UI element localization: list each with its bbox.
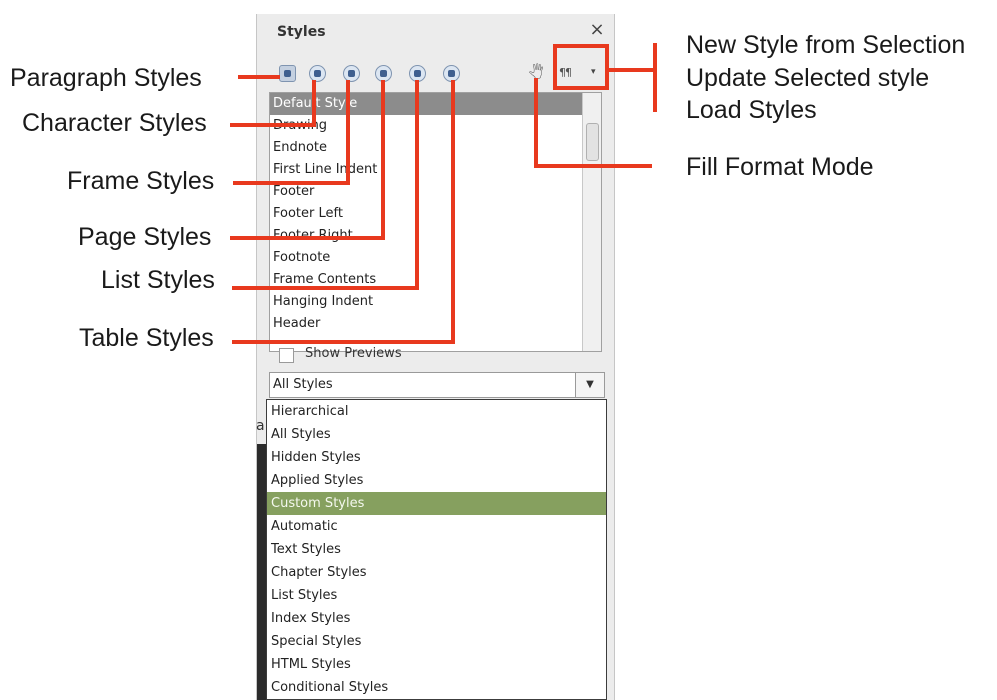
style-item[interactable]: First Line Indent	[270, 159, 601, 181]
dropdown-option[interactable]: Conditional Styles	[267, 676, 606, 699]
style-item[interactable]: Default Style	[270, 93, 601, 115]
dropdown-option[interactable]: Index Styles	[267, 607, 606, 630]
dropdown-option[interactable]: Hierarchical	[267, 400, 606, 423]
dropdown-option[interactable]: All Styles	[267, 423, 606, 446]
dropdown-option[interactable]: HTML Styles	[267, 653, 606, 676]
callout-page-styles: Page Styles	[78, 223, 212, 251]
callout-fill-format: Fill Format Mode	[686, 153, 874, 181]
page-styles-icon[interactable]	[375, 65, 392, 82]
background-strip	[257, 444, 266, 700]
chevron-down-icon[interactable]: ▼	[575, 373, 604, 397]
style-item[interactable]: Footer	[270, 181, 601, 203]
show-previews-label: Show Previews	[305, 346, 402, 361]
dropdown-option[interactable]: Applied Styles	[267, 469, 606, 492]
scrollbar[interactable]	[582, 93, 601, 351]
dropdown-option[interactable]: Hidden Styles	[267, 446, 606, 469]
style-item[interactable]: Header	[270, 313, 601, 335]
callout-list-styles: List Styles	[101, 266, 215, 294]
table-styles-icon[interactable]	[443, 65, 460, 82]
callout-character-styles: Character Styles	[22, 109, 207, 137]
paragraph-styles-icon[interactable]	[279, 65, 296, 82]
dropdown-option[interactable]: List Styles	[267, 584, 606, 607]
dropdown-option[interactable]: Chapter Styles	[267, 561, 606, 584]
style-item[interactable]: Endnote	[270, 137, 601, 159]
styles-panel: Styles × 🖑 ¶¶ ▾ Default Style Drawing En…	[256, 14, 615, 700]
style-item[interactable]: Drawing	[270, 115, 601, 137]
show-previews-checkbox[interactable]	[279, 348, 294, 363]
style-filter-value: All Styles	[273, 377, 333, 392]
dropdown-option[interactable]: Text Styles	[267, 538, 606, 561]
style-filter-select[interactable]: All Styles ▼	[269, 372, 605, 398]
panel-title: Styles	[277, 24, 326, 40]
close-icon[interactable]: ×	[588, 19, 606, 40]
callout-new-style: New Style from Selection	[686, 31, 966, 59]
dropdown-option[interactable]: Automatic	[267, 515, 606, 538]
style-item[interactable]: Hanging Indent	[270, 291, 601, 313]
frame-styles-icon[interactable]	[343, 65, 360, 82]
character-styles-icon[interactable]	[309, 65, 326, 82]
scroll-thumb[interactable]	[586, 123, 599, 161]
style-item[interactable]: Frame Contents	[270, 269, 601, 291]
style-filter-dropdown[interactable]: Hierarchical All Styles Hidden Styles Ap…	[266, 399, 607, 700]
callout-paragraph-styles: Paragraph Styles	[10, 64, 202, 92]
callout-frame-styles: Frame Styles	[67, 167, 215, 195]
fill-format-icon[interactable]: 🖑	[527, 64, 545, 82]
style-item[interactable]: Footnote	[270, 247, 601, 269]
list-styles-icon[interactable]	[409, 65, 426, 82]
callout-update-style: Update Selected style	[686, 64, 930, 92]
dropdown-option[interactable]: Custom Styles	[267, 492, 606, 515]
chevron-down-icon[interactable]: ▾	[591, 67, 596, 77]
callout-load-styles: Load Styles	[686, 96, 817, 124]
dropdown-option[interactable]: Special Styles	[267, 630, 606, 653]
style-list[interactable]: Default Style Drawing Endnote First Line…	[269, 92, 602, 352]
stub-text: a	[256, 418, 265, 434]
callout-table-styles: Table Styles	[79, 324, 214, 352]
style-item[interactable]: Footer Right	[270, 225, 601, 247]
new-style-icon[interactable]: ¶¶	[559, 66, 572, 79]
style-item[interactable]: Footer Left	[270, 203, 601, 225]
